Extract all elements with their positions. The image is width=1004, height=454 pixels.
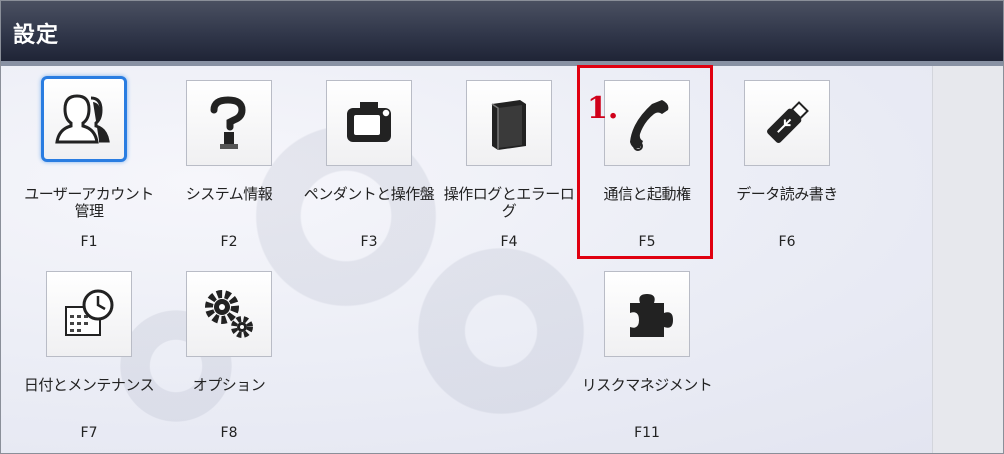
tile-icon-box[interactable]: [186, 271, 272, 357]
tile-user-accounts[interactable]: ユーザーアカウント管理 F1: [19, 76, 159, 256]
tile-shortcut-key: F1: [80, 234, 98, 250]
robot-arm-info-icon: [210, 96, 246, 149]
gears-icon: [205, 290, 253, 338]
tile-icon-box[interactable]: [466, 80, 552, 166]
tile-shortcut-key: F4: [500, 234, 518, 250]
pendant-icon: [347, 102, 391, 142]
tile-label: 通信と起動権: [603, 185, 691, 203]
tile-shortcut-key: F8: [220, 425, 238, 441]
tile-risk-management[interactable]: リスクマネジメント F11: [577, 267, 717, 447]
tile-label: 操作ログとエラーログ: [443, 185, 575, 220]
right-side-panel: [932, 66, 1003, 453]
tile-label: システム情報: [185, 185, 273, 203]
step-annotation: 1.: [587, 91, 619, 126]
tile-shortcut-key: F6: [778, 234, 796, 250]
tile-label: ペンダントと操作盤: [303, 185, 435, 203]
tile-label: リスクマネジメント: [581, 376, 713, 394]
tile-icon-box[interactable]: [744, 80, 830, 166]
tile-logs[interactable]: 操作ログとエラーログ F4: [439, 76, 579, 256]
tile-label: オプション: [192, 376, 266, 394]
window-title: 設定: [13, 23, 60, 48]
tile-system-info[interactable]: システム情報 F2: [159, 76, 299, 256]
tile-label: ユーザーアカウント管理: [24, 185, 154, 220]
tile-date-maintenance[interactable]: 日付とメンテナンス F7: [19, 267, 159, 447]
clock-calendar-icon: [65, 289, 114, 336]
tile-shortcut-key: F3: [360, 234, 378, 250]
tile-shortcut-key: F7: [80, 425, 98, 441]
settings-window: 設定 ユーザーアカウント管理 F1 システム情報 F2 ペンダントと操作盤 F3…: [0, 0, 1004, 454]
tile-shortcut-key: F2: [220, 234, 238, 250]
puzzle-piece-icon: [630, 294, 673, 337]
title-bar: 設定: [1, 1, 1003, 61]
tile-options[interactable]: オプション F8: [159, 267, 299, 447]
tile-icon-box[interactable]: [46, 271, 132, 357]
tile-shortcut-key: F11: [634, 425, 660, 441]
tile-label: データ読み書き: [736, 185, 838, 203]
tile-icon-box[interactable]: [41, 76, 127, 162]
tile-label: 日付とメンテナンス: [23, 376, 155, 394]
tile-icon-box[interactable]: [604, 271, 690, 357]
tile-shortcut-key: F5: [638, 234, 656, 250]
phone-handset-icon: [630, 100, 669, 151]
background-gear-icon: [401, 231, 601, 431]
tile-icon-box[interactable]: [186, 80, 272, 166]
usb-drive-icon: [767, 101, 809, 143]
user-accounts-icon: [55, 94, 110, 144]
log-book-icon: [491, 100, 526, 150]
tile-icon-box[interactable]: [326, 80, 412, 166]
tile-data-read-write[interactable]: データ読み書き F6: [717, 76, 857, 256]
tile-pendant-panel[interactable]: ペンダントと操作盤 F3: [299, 76, 439, 256]
